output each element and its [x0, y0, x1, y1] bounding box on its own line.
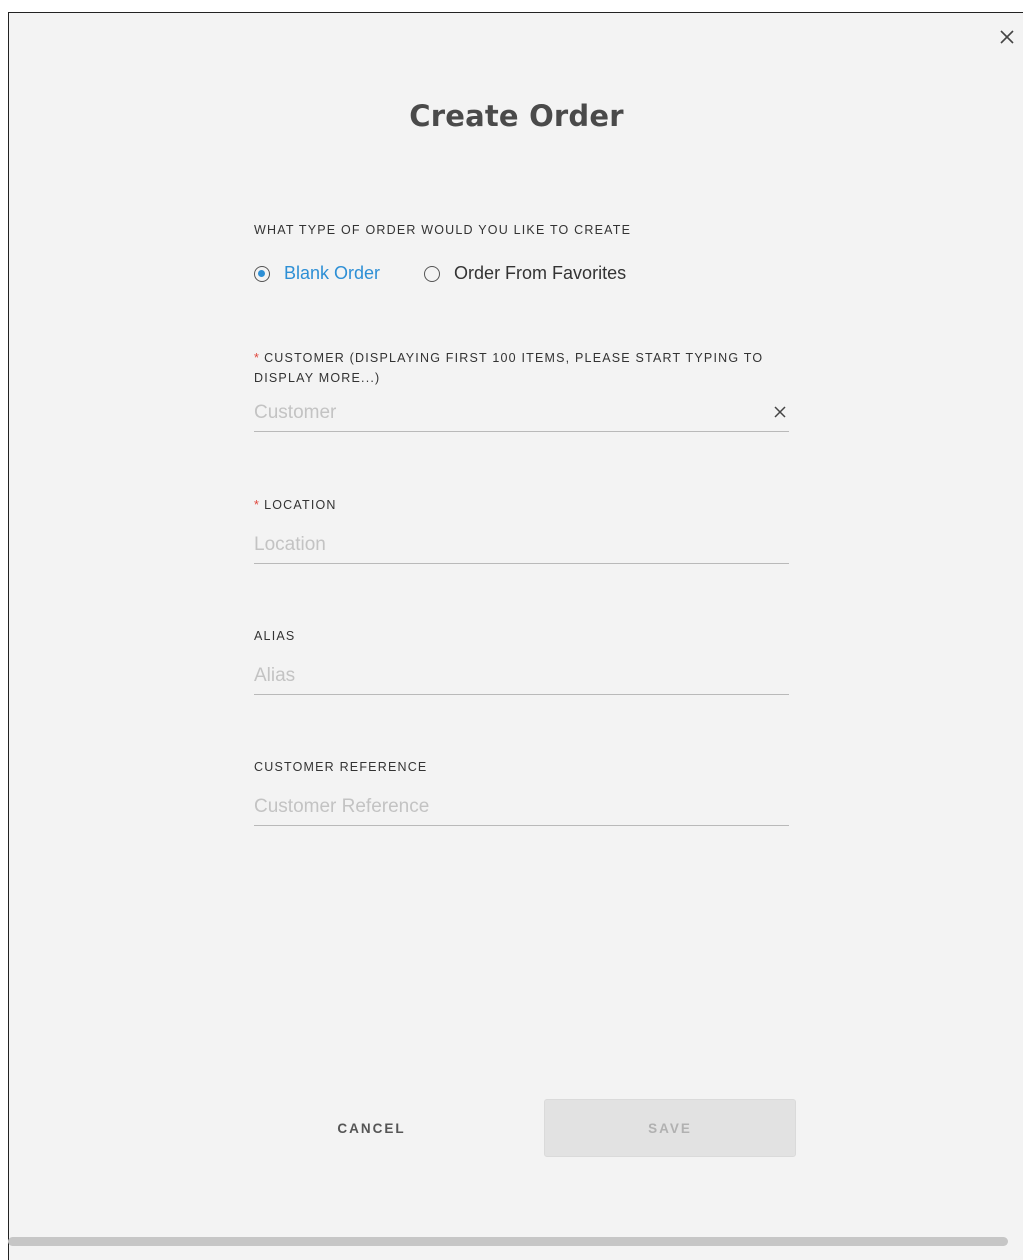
- alias-field: [254, 660, 789, 695]
- customer-reference-label: CUSTOMER REFERENCE: [254, 760, 428, 774]
- customer-field: [254, 397, 789, 432]
- order-type-radio-group: Blank Order Order From Favorites: [254, 263, 626, 284]
- location-label-text: LOCATION: [264, 498, 337, 512]
- customer-reference-input[interactable]: [254, 791, 789, 823]
- horizontal-scrollbar[interactable]: [8, 1237, 1008, 1246]
- radio-blank-order[interactable]: Blank Order: [254, 263, 380, 284]
- customer-input[interactable]: [254, 397, 789, 429]
- clear-icon[interactable]: [773, 405, 787, 419]
- required-mark: *: [254, 498, 261, 512]
- radio-order-from-favorites[interactable]: Order From Favorites: [424, 263, 626, 284]
- required-mark: *: [254, 351, 261, 365]
- location-field: [254, 529, 789, 564]
- close-icon[interactable]: [997, 27, 1017, 47]
- radio-blank-order-label: Blank Order: [284, 263, 381, 283]
- cancel-button[interactable]: CANCEL: [254, 1099, 489, 1157]
- customer-label: * CUSTOMER (DISPLAYING FIRST 100 ITEMS, P…: [254, 348, 794, 388]
- customer-reference-field: [254, 791, 789, 826]
- alias-label: ALIAS: [254, 629, 296, 643]
- alias-input[interactable]: [254, 660, 789, 692]
- save-button[interactable]: SAVE: [544, 1099, 796, 1157]
- dialog-title: Create Order: [409, 99, 624, 133]
- radio-selected-icon: [254, 265, 270, 282]
- location-label: * LOCATION: [254, 498, 337, 512]
- create-order-dialog: Create Order WHAT TYPE OF ORDER WOULD YO…: [8, 12, 1023, 1260]
- radio-unselected-icon: [424, 265, 441, 282]
- order-type-label: WHAT TYPE OF ORDER WOULD YOU LIKE TO CRE…: [254, 223, 632, 237]
- location-input[interactable]: [254, 529, 789, 561]
- radio-order-from-favorites-label: Order From Favorites: [454, 263, 627, 283]
- customer-label-text: CUSTOMER (DISPLAYING FIRST 100 ITEMS, PL…: [254, 351, 764, 385]
